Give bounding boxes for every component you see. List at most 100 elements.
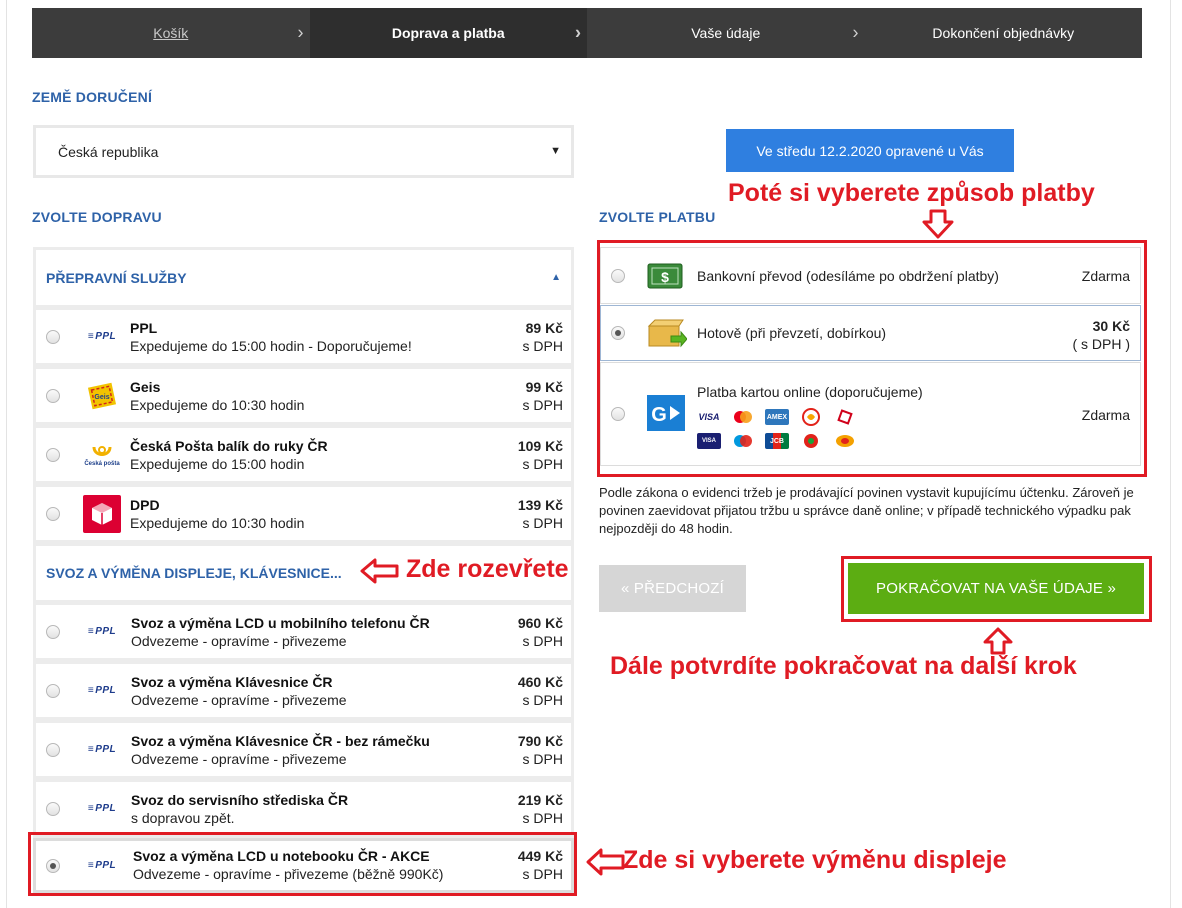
annotation-continue: Dále potvrdíte pokračovat na další krok bbox=[610, 652, 1077, 680]
radio-button[interactable] bbox=[46, 742, 60, 757]
option-price: 790 Kč bbox=[517, 733, 563, 749]
option-desc: Expedujeme do 10:30 hodin bbox=[130, 515, 305, 531]
step-label: Košík bbox=[153, 25, 189, 41]
country-select[interactable]: Česká republika ▼ bbox=[33, 125, 574, 178]
radio-button[interactable] bbox=[46, 683, 60, 698]
arrow-left-icon bbox=[360, 558, 399, 584]
annotation-payment: Poté si vyberete způsob platby bbox=[728, 179, 1095, 207]
geis-logo: Geis bbox=[87, 382, 117, 409]
ppl-logo-text: PPL bbox=[88, 803, 116, 814]
shipping-title: ZVOLTE DOPRAVU bbox=[32, 209, 162, 225]
carrier-group-title: PŘEPRAVNÍ SLUŽBY bbox=[46, 269, 187, 286]
ppl-icon: PPL bbox=[80, 730, 124, 770]
legal-notice: Podle zákona o evidenci tržeb je prodáva… bbox=[599, 485, 1134, 536]
chevron-right-icon: › bbox=[575, 22, 581, 43]
service-group-title: SVOZ A VÝMĚNA DISPLEJE, KLÁVESNICE... bbox=[46, 565, 342, 581]
ppl-logo-text: PPL bbox=[88, 331, 116, 342]
caret-down-icon: ▼ bbox=[550, 145, 561, 157]
step-shipping-payment: Doprava a platba › bbox=[309, 8, 587, 58]
option-tax: s DPH bbox=[522, 751, 563, 767]
ppl-icon: PPL bbox=[80, 789, 124, 829]
country-value: Česká republika bbox=[58, 143, 159, 160]
ppl-logo-text: PPL bbox=[88, 744, 116, 755]
option-price: 139 Kč bbox=[517, 497, 563, 513]
step-finish: Dokončení objednávky bbox=[865, 8, 1143, 58]
option-price: 960 Kč bbox=[517, 615, 563, 631]
chevron-right-icon: › bbox=[297, 22, 304, 43]
radio-button[interactable] bbox=[46, 329, 60, 344]
page-border-right bbox=[1170, 0, 1171, 908]
shipping-option[interactable]: DPD Expedujeme do 10:30 hodin 139 Kč s DPH bbox=[33, 484, 574, 543]
shipping-option[interactable]: Česká pošta Česká Pošta balík do ruky ČR… bbox=[33, 425, 574, 484]
service-option[interactable]: PPL Svoz do servisního střediska ČR s dop… bbox=[33, 779, 574, 838]
highlight-payment bbox=[597, 240, 1147, 477]
option-desc: Odvezeme - opravíme - přivezeme bbox=[131, 751, 347, 767]
arrow-left-icon bbox=[586, 848, 625, 876]
step-label: Vaše údaje bbox=[691, 25, 761, 41]
continue-button[interactable]: POKRAČOVAT NA VAŠE ÚDAJE » bbox=[848, 563, 1144, 614]
option-desc: Odvezeme - opravíme - přivezeme bbox=[131, 692, 347, 708]
option-desc: Expedujeme do 10:30 hodin bbox=[130, 397, 305, 413]
ceska-posta-text: Česká pošta bbox=[84, 460, 120, 467]
previous-button[interactable]: « PŘEDCHOZÍ bbox=[599, 565, 746, 612]
arrow-up-icon bbox=[983, 627, 1013, 655]
option-name: Svoz a výměna Klávesnice ČR - bez rámečk… bbox=[131, 733, 430, 749]
ppl-icon: PPL bbox=[80, 671, 124, 711]
ppl-icon: PPL bbox=[80, 612, 124, 652]
country-title: ZEMĚ DORUČENÍ bbox=[32, 89, 153, 105]
payment-title: ZVOLTE PLATBU bbox=[599, 209, 716, 225]
option-desc: s dopravou zpět. bbox=[131, 810, 235, 826]
option-name: Česká Pošta balík do ruky ČR bbox=[130, 438, 328, 454]
option-desc: Expedujeme do 15:00 hodin - Doporučujeme… bbox=[130, 338, 412, 354]
option-price: 460 Kč bbox=[517, 674, 563, 690]
option-desc: Expedujeme do 15:00 hodin bbox=[130, 456, 305, 472]
radio-button[interactable] bbox=[46, 388, 60, 403]
option-tax: s DPH bbox=[522, 338, 563, 354]
option-price: 89 Kč bbox=[525, 320, 563, 336]
step-cart[interactable]: Košík › bbox=[32, 8, 310, 58]
annotation-select-display: Zde si vyberete výměnu displeje bbox=[623, 846, 1007, 874]
delivery-date-button[interactable]: Ve středu 12.2.2020 opravené u Vás bbox=[726, 129, 1014, 172]
radio-button[interactable] bbox=[46, 801, 60, 816]
option-name: PPL bbox=[130, 320, 158, 336]
dpd-logo bbox=[83, 494, 121, 533]
option-tax: s DPH bbox=[522, 692, 563, 708]
shipping-option[interactable]: Geis Geis Expedujeme do 10:30 hodin 99 Kč… bbox=[33, 366, 574, 425]
option-name: Svoz a výměna Klávesnice ČR bbox=[131, 674, 333, 690]
service-option[interactable]: PPL Svoz a výměna Klávesnice ČR - bez rá… bbox=[33, 720, 574, 779]
page-border-left bbox=[6, 0, 7, 908]
option-name: Svoz do servisního střediska ČR bbox=[131, 792, 349, 808]
option-price: 219 Kč bbox=[517, 792, 563, 808]
radio-button[interactable] bbox=[46, 447, 60, 462]
step-label: Doprava a platba bbox=[391, 25, 505, 41]
geis-logo-text: Geis bbox=[94, 394, 109, 401]
step-details: Vaše údaje › bbox=[587, 8, 865, 58]
option-tax: s DPH bbox=[522, 456, 563, 472]
ceska-posta-icon: Česká pošta bbox=[80, 435, 124, 475]
service-option[interactable]: PPL Svoz a výměna Klávesnice ČR Odvezeme … bbox=[33, 661, 574, 720]
checkout-steps: Košík › Doprava a platba › Vaše údaje › Dok… bbox=[32, 8, 1142, 58]
carrier-group-header[interactable]: PŘEPRAVNÍ SLUŽBY ▲ bbox=[33, 247, 574, 308]
posthorn-icon bbox=[92, 445, 112, 456]
chevron-right-icon: › bbox=[852, 22, 859, 43]
dpd-icon bbox=[80, 494, 124, 534]
option-price: 109 Kč bbox=[517, 438, 563, 454]
ppl-logo-text: PPL bbox=[88, 626, 116, 637]
option-tax: s DPH bbox=[522, 633, 563, 649]
highlight-selected-service bbox=[28, 832, 577, 896]
radio-button[interactable] bbox=[46, 506, 60, 521]
option-tax: s DPH bbox=[522, 397, 563, 413]
service-option[interactable]: PPL Svoz a výměna LCD u mobilního telefo… bbox=[33, 602, 574, 661]
option-name: Geis bbox=[130, 379, 161, 395]
option-name: Svoz a výměna LCD u mobilního telefonu Č… bbox=[131, 615, 430, 631]
radio-button[interactable] bbox=[46, 624, 60, 639]
option-desc: Odvezeme - opravíme - přivezeme bbox=[131, 633, 347, 649]
shipping-option[interactable]: PPL PPL Expedujeme do 15:00 hodin - Dopor… bbox=[33, 307, 574, 366]
option-price: 99 Kč bbox=[525, 379, 563, 395]
option-tax: s DPH bbox=[522, 515, 563, 531]
geis-icon: Geis bbox=[80, 376, 124, 416]
ppl-icon: PPL bbox=[80, 317, 124, 357]
option-tax: s DPH bbox=[522, 810, 563, 826]
ppl-logo-text: PPL bbox=[88, 685, 116, 696]
annotation-open-group: Zde rozevřete bbox=[406, 555, 569, 583]
